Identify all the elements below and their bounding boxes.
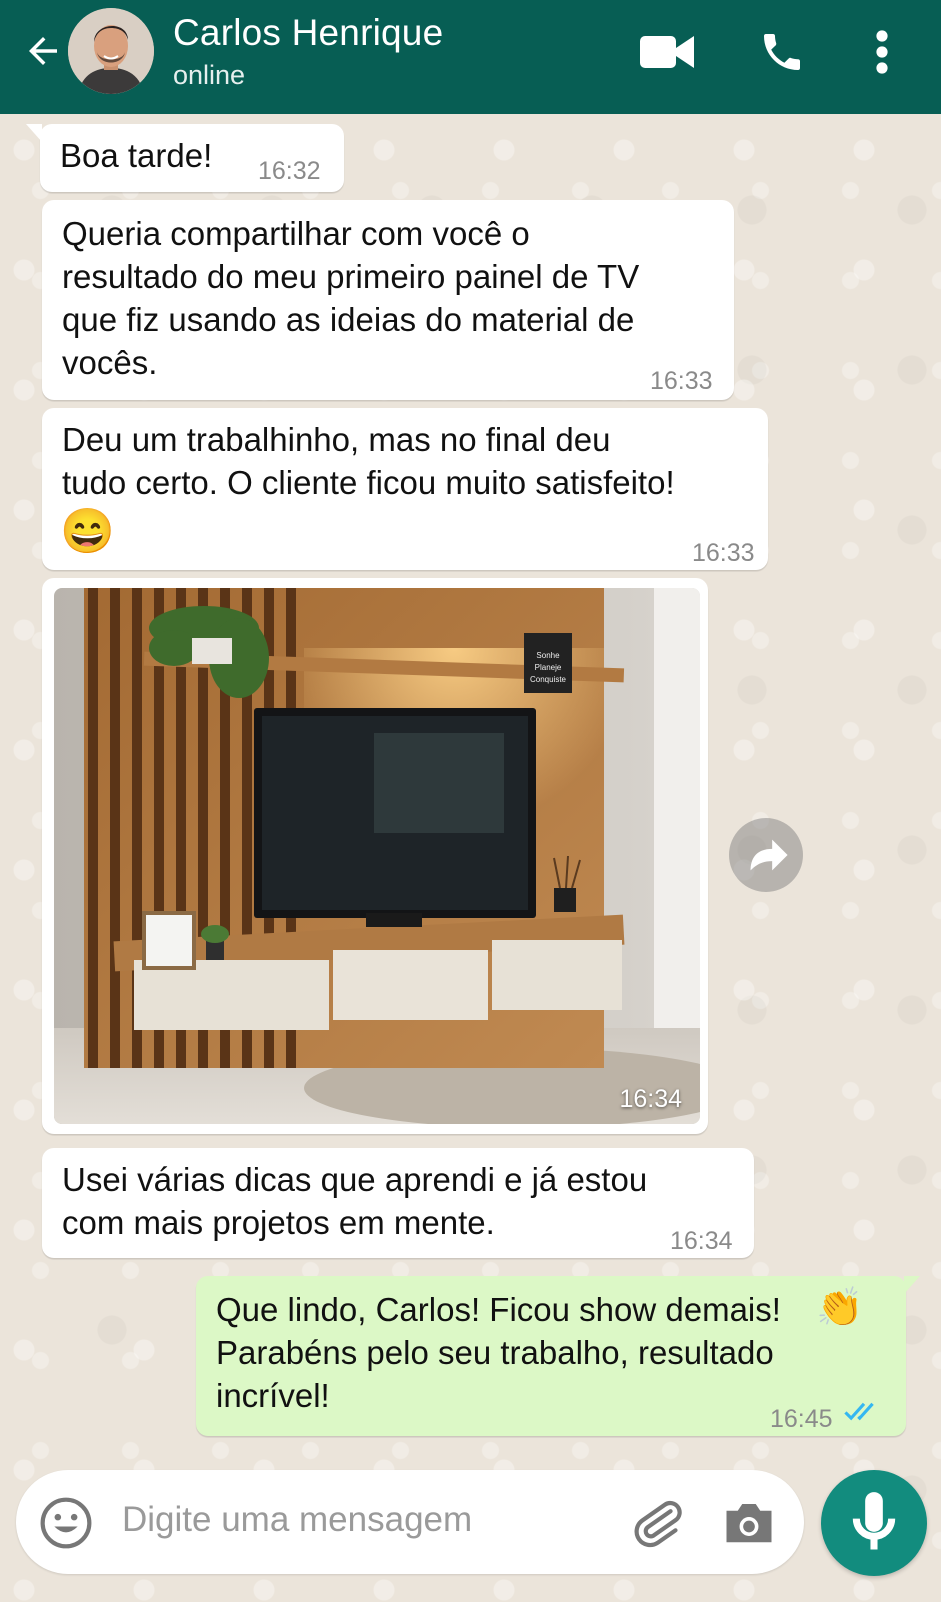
avatar[interactable] <box>68 8 154 94</box>
mic-button[interactable] <box>821 1470 927 1576</box>
outgoing-message-bubble[interactable]: Que lindo, Carlos! Ficou show demais! Pa… <box>196 1276 920 1436</box>
message-time: 16:34 <box>670 1227 733 1255</box>
contact-status: online <box>173 60 246 90</box>
more-vertical-icon[interactable] <box>872 28 892 76</box>
message-time: 16:33 <box>692 539 755 567</box>
clapping-hands-emoji: 👏 <box>816 1287 864 1329</box>
message-bubble[interactable]: Queria compartilhar com você o resultado… <box>42 200 734 400</box>
svg-text:Sonhe: Sonhe <box>536 651 560 660</box>
message-input[interactable] <box>122 1500 602 1540</box>
message-time: 16:34 <box>619 1085 682 1113</box>
message-composer <box>16 1470 804 1574</box>
message-time: 16:33 <box>650 367 713 395</box>
svg-text:Conquiste: Conquiste <box>530 675 567 684</box>
message-bubble[interactable]: Usei várias dicas que aprendi e já estou… <box>42 1148 754 1258</box>
chat-header: Carlos Henrique online <box>0 0 941 114</box>
message-text: Deu um trabalhinho, mas no final deu tud… <box>62 421 675 501</box>
camera-icon[interactable] <box>722 1498 776 1546</box>
message-text: Usei várias dicas que aprendi e já estou… <box>62 1161 648 1241</box>
message-bubble[interactable]: Deu um trabalhinho, mas no final deu tud… <box>42 408 768 570</box>
back-arrow-icon[interactable] <box>22 30 64 72</box>
double-check-icon <box>844 1402 874 1421</box>
message-bubble[interactable]: Boa tarde! 16:32 <box>26 124 344 192</box>
svg-text:Planeje: Planeje <box>535 663 562 672</box>
tv-panel-photo[interactable]: Sonhe Planeje Conquiste 16:34 <box>54 588 700 1124</box>
message-text: Que lindo, Carlos! Ficou show demais! Pa… <box>216 1291 781 1414</box>
forward-icon <box>750 839 788 871</box>
message-time: 16:32 <box>258 157 321 185</box>
attach-icon[interactable] <box>630 1494 686 1550</box>
message-text: Queria compartilhar com você o resultado… <box>62 215 640 381</box>
video-call-icon[interactable] <box>640 32 694 72</box>
grinning-emoji: 😄 <box>60 507 115 556</box>
contact-name[interactable]: Carlos Henrique <box>173 12 443 54</box>
emoji-icon[interactable] <box>38 1495 94 1551</box>
phone-icon[interactable] <box>758 28 806 76</box>
mic-icon <box>852 1492 896 1550</box>
forward-button[interactable] <box>729 818 803 892</box>
message-text: Boa tarde! <box>60 137 213 174</box>
image-message[interactable]: Sonhe Planeje Conquiste 16:34 <box>42 578 708 1134</box>
message-time: 16:45 <box>770 1405 833 1433</box>
